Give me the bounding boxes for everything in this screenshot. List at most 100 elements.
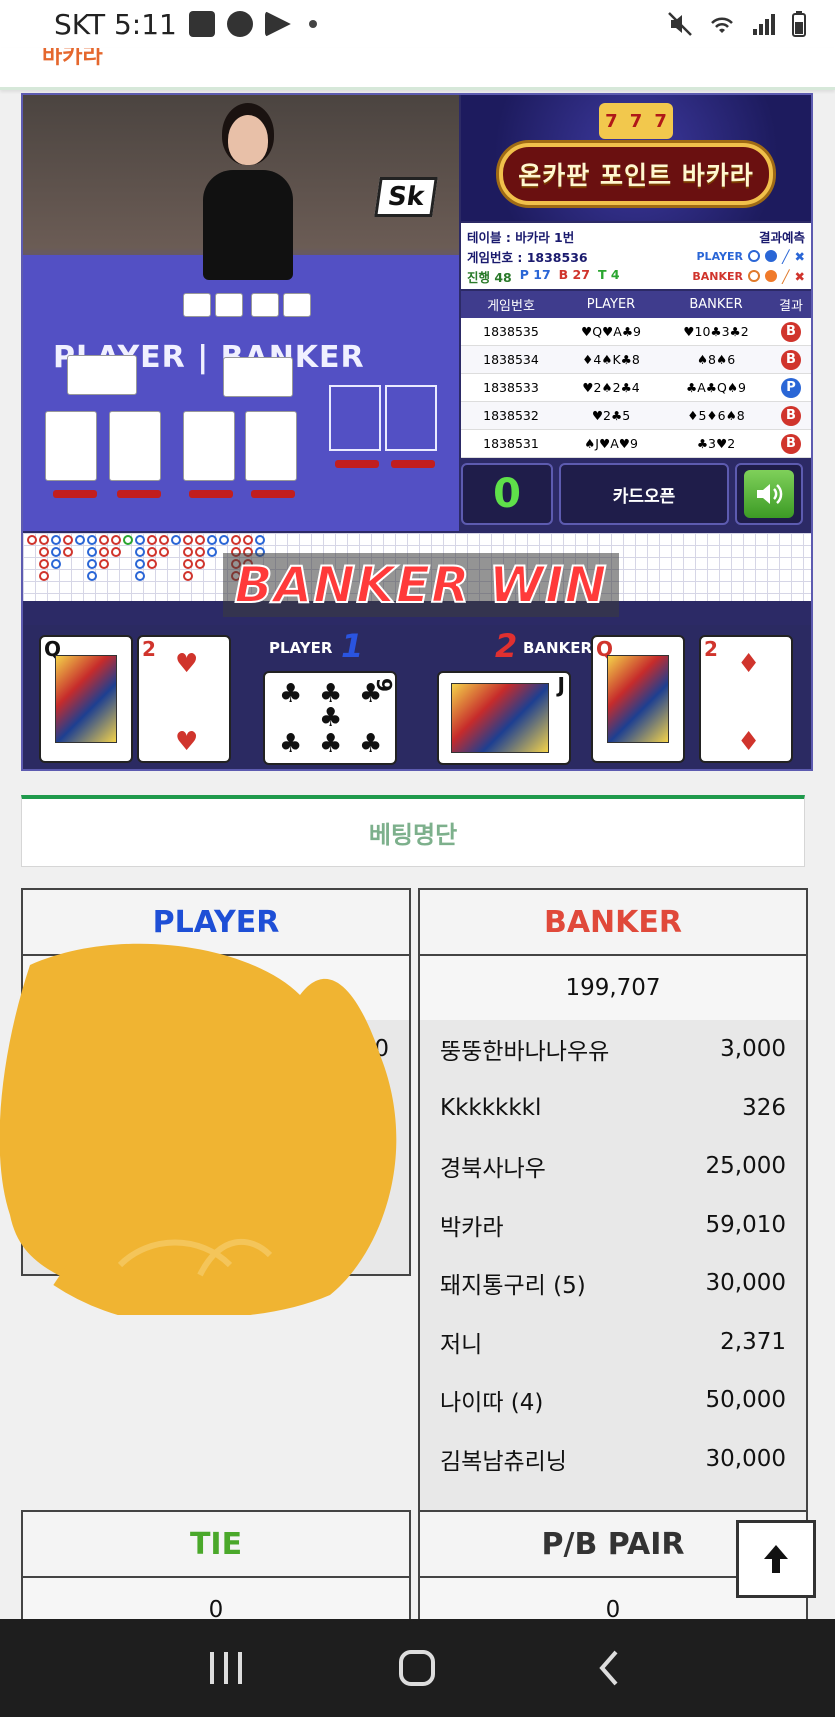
- notification-dot-icon: [308, 20, 317, 28]
- chrome-icon: [226, 11, 253, 37]
- history-banker: ♣3♥2: [696, 436, 736, 451]
- road-marker: [51, 559, 61, 569]
- game-number: 게임번호 : 1838536: [467, 249, 588, 265]
- countdown-timer: 0: [461, 463, 553, 525]
- bet-amount: 30,000: [705, 1270, 786, 1297]
- table-card: [251, 293, 279, 317]
- road-marker: [231, 535, 241, 545]
- table-info: 테이블 : 바카라 1번 결과예측 게임번호 : 1838536 PLAYER …: [461, 223, 811, 289]
- game-controls: 0 카드오픈: [461, 463, 811, 529]
- history-no: 1838532: [483, 408, 539, 423]
- game-panel: Sk PLAYER | BANKER 777 온카판 포인트 바카라 테이블 :…: [21, 93, 813, 771]
- banker-bet-row: 돼지통구리 (5) 30,000: [420, 1254, 806, 1313]
- card-marker: [335, 460, 379, 468]
- banker-score-label: BANKER: [523, 639, 593, 657]
- empty-card-slot: [329, 385, 381, 451]
- road-marker: [87, 559, 97, 569]
- promo-banner: 777 온카판 포인트 바카라: [461, 95, 811, 221]
- clock: SKT 5:11: [54, 7, 177, 41]
- banker-score: 2: [495, 627, 518, 665]
- road-marker: [99, 547, 109, 557]
- banker-column-head: BANKER: [420, 890, 806, 956]
- speaker-icon: [744, 470, 794, 518]
- road-marker: [135, 559, 145, 569]
- banner-title: 온카판 포인트 바카라: [518, 161, 754, 190]
- road-marker: [63, 535, 73, 545]
- road-marker: [75, 535, 85, 545]
- road-marker: [171, 535, 181, 545]
- result-badge: B: [781, 321, 801, 342]
- betting-title-text: 베팅명단: [368, 821, 458, 849]
- table-card: [109, 411, 161, 481]
- banker-bet-row: 박카라 59,010: [420, 1196, 806, 1255]
- road-marker: [51, 535, 61, 545]
- recent-apps-button[interactable]: [196, 1648, 256, 1688]
- history-header: 게임번호 PLAYER BANKER 결과: [461, 291, 811, 318]
- road-marker: [207, 547, 217, 557]
- history-row: 1838531 ♠J♥A♥9 ♣3♥2 B: [461, 430, 811, 458]
- tie-bets-column: TIE 0: [21, 1510, 411, 1642]
- game-history: 게임번호 PLAYER BANKER 결과 1838535 ♥Q♥A♣9 ♥10♣3…: [461, 291, 811, 458]
- history-row: 1838534 ♦4♠K♣8 ♠8♠6 B: [461, 346, 811, 374]
- cross-icon: ✖: [794, 248, 805, 264]
- table-card: [215, 293, 243, 317]
- road-marker: [147, 547, 157, 557]
- win-text: BANKER WIN: [233, 555, 608, 615]
- wifi-icon: [711, 17, 733, 33]
- banker-bet-row: 김복남츄리닝 30,000: [420, 1430, 806, 1489]
- table-card: [223, 357, 293, 397]
- bet-amount: 59,010: [705, 1211, 786, 1238]
- status-bar: SKT 5:11: [0, 0, 835, 48]
- scroll-to-top-button[interactable]: [736, 1520, 816, 1598]
- road-marker: [111, 547, 121, 557]
- betting-list-title: 베팅명단: [21, 795, 805, 867]
- circle-filled-icon: [764, 250, 777, 262]
- road-marker: [243, 535, 253, 545]
- slash-icon: ╱: [781, 248, 790, 264]
- home-button[interactable]: [387, 1648, 447, 1688]
- card-marker: [251, 490, 295, 498]
- table-label: 테이블 : 바카라 1번: [467, 229, 575, 245]
- road-marker: [51, 547, 61, 557]
- card-open-button[interactable]: 카드오픈: [559, 463, 729, 525]
- back-button[interactable]: [579, 1648, 639, 1688]
- result-cards: Q 2 ♥ ♥ PLAYER 1 9 ♣ ♣ ♣ ♣ ♣ ♣ ♣ 2 BANKE…: [23, 625, 811, 769]
- banner-plate: 온카판 포인트 바카라: [499, 143, 773, 205]
- win-banner: BANKER WIN: [223, 553, 619, 617]
- road-marker: [135, 571, 145, 581]
- road-marker: [183, 571, 193, 581]
- road-marker: [159, 535, 169, 545]
- history-row: 1838532 ♥2♣5 ♦5♦6♠8 B: [461, 402, 811, 430]
- road-marker: [183, 559, 193, 569]
- recent-apps-icon: [209, 1652, 242, 1684]
- card-marker: [391, 460, 435, 468]
- banker-card-1: J: [437, 671, 571, 765]
- result-badge: P: [781, 377, 801, 398]
- sk-badge: Sk: [374, 177, 438, 217]
- bettor-name: 저니: [440, 1331, 483, 1358]
- road-marker: [39, 571, 49, 581]
- battery-icon: [792, 11, 806, 37]
- road-marker: [219, 535, 229, 545]
- road-marker: [111, 535, 121, 545]
- result-badge: B: [781, 433, 801, 454]
- player-prediction[interactable]: PLAYER ╱ ✖: [697, 249, 806, 264]
- history-no: 1838533: [483, 380, 539, 395]
- road-marker: [207, 535, 217, 545]
- banker-prediction[interactable]: BANKER ╱ ✖: [692, 269, 805, 284]
- sound-button[interactable]: [735, 463, 803, 525]
- history-no: 1838535: [483, 324, 539, 339]
- banker-bet-row: 경북사나우 25,000: [420, 1137, 806, 1196]
- bettor-name: 돼지통구리 (5): [440, 1273, 586, 1300]
- history-player: ♥2♠2♣4: [582, 380, 640, 395]
- cross-icon: ✖: [794, 268, 805, 284]
- history-player: ♦4♠K♣8: [582, 352, 640, 367]
- signal-icon: [753, 14, 775, 35]
- road-marker: [99, 559, 109, 569]
- live-video: Sk PLAYER | BANKER: [23, 95, 459, 531]
- bet-amount: 326: [742, 1094, 786, 1121]
- road-marker: [159, 547, 169, 557]
- player-card-2: 2 ♥ ♥: [137, 635, 231, 763]
- bettor-name: 김복남츄리닝: [440, 1448, 567, 1475]
- road-marker: [147, 535, 157, 545]
